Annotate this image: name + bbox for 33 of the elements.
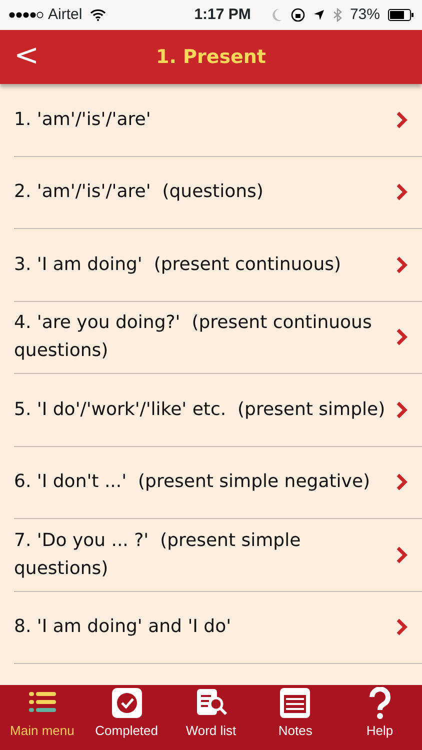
help-icon xyxy=(368,687,392,721)
chevron-icon xyxy=(396,473,408,492)
status-time: 1:17 PM xyxy=(194,4,251,25)
wifi-icon xyxy=(90,9,106,21)
chevron-icon xyxy=(396,110,408,129)
bluetooth-icon xyxy=(332,8,342,22)
lesson-item[interactable]: 7. 'Do you ... ?' (present simple questions) xyxy=(14,519,422,592)
chevron-icon xyxy=(396,400,408,419)
screen-title: 1. Present xyxy=(156,44,266,70)
chevron-icon xyxy=(396,546,408,564)
tab-button[interactable]: Notes xyxy=(253,685,338,750)
signal-icon xyxy=(8,10,44,20)
tab-button[interactable]: Help xyxy=(338,685,422,750)
carrier-name: Airtel xyxy=(48,4,82,25)
lesson-item[interactable]: 3. 'I am doing' (present continuous) xyxy=(14,229,422,302)
location-icon xyxy=(312,9,325,21)
back-button[interactable]: < xyxy=(8,39,46,73)
lesson-item[interactable]: 8. 'I am doing' and 'I do' xyxy=(14,592,422,664)
battery-level: 73% xyxy=(350,4,380,25)
lesson-item[interactable]: 6. 'I don't ...' (present simple negative) xyxy=(14,446,422,519)
battery-icon xyxy=(388,9,414,21)
chevron-icon xyxy=(396,256,408,274)
lesson-item[interactable]: 1. 'am'/'is'/'are' xyxy=(14,84,422,156)
moon-icon xyxy=(270,8,283,22)
tab-button[interactable]: Main menu xyxy=(0,685,84,750)
tab-button[interactable]: Word list xyxy=(168,685,254,750)
lesson-item[interactable]: 2. 'am'/'is'/'are' (questions) xyxy=(14,156,422,229)
lesson-item[interactable]: 4. 'are you doing?' (present continuous questions) xyxy=(14,302,422,374)
lesson-item[interactable]: 5. 'I do'/'work'/'like' etc. (present simple) xyxy=(14,374,422,446)
chevron-icon xyxy=(396,183,408,202)
chevron-icon xyxy=(396,618,408,636)
tab-button[interactable]: Completed xyxy=(84,685,169,750)
chevron-icon xyxy=(396,328,408,346)
